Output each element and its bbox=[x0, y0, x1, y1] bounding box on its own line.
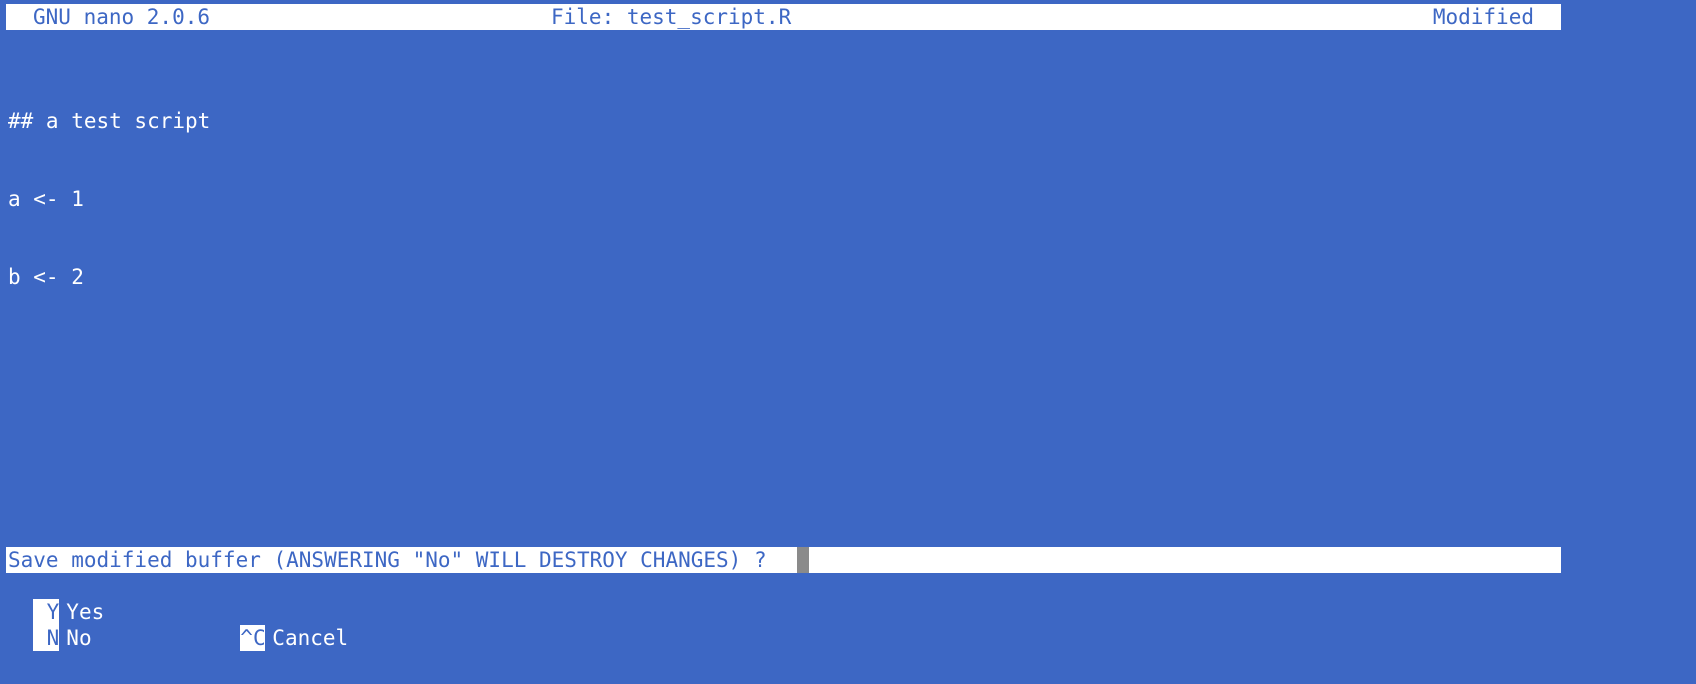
title-bar: GNU nano 2.0.6 File: test_script.R Modif… bbox=[6, 4, 1561, 30]
text-cursor bbox=[797, 547, 809, 573]
save-prompt-text: Save modified buffer (ANSWERING "No" WIL… bbox=[8, 548, 767, 572]
option-cancel-label: Cancel bbox=[272, 626, 349, 650]
shortcut-key-n: N bbox=[33, 625, 60, 651]
option-cancel[interactable]: ^C Cancel bbox=[215, 599, 348, 651]
option-no-label: No bbox=[66, 626, 92, 650]
modified-status-label: Modified bbox=[1432, 5, 1534, 29]
code-line: a <- 1 bbox=[8, 187, 84, 211]
shortcut-key-ctrl-c: ^C bbox=[240, 625, 266, 651]
code-line: b <- 2 bbox=[8, 265, 84, 289]
code-line: ## a test script bbox=[8, 109, 211, 133]
file-name-label: File: test_script.R bbox=[551, 5, 792, 29]
editor-text-area[interactable]: ## a test script a <- 1 b <- 2 bbox=[8, 56, 210, 316]
option-no[interactable]: N No bbox=[8, 599, 92, 651]
save-prompt-bar[interactable]: Save modified buffer (ANSWERING "No" WIL… bbox=[6, 547, 1561, 573]
option-yes[interactable]: Y Yes bbox=[8, 573, 104, 625]
app-version-label: GNU nano 2.0.6 bbox=[33, 5, 211, 29]
